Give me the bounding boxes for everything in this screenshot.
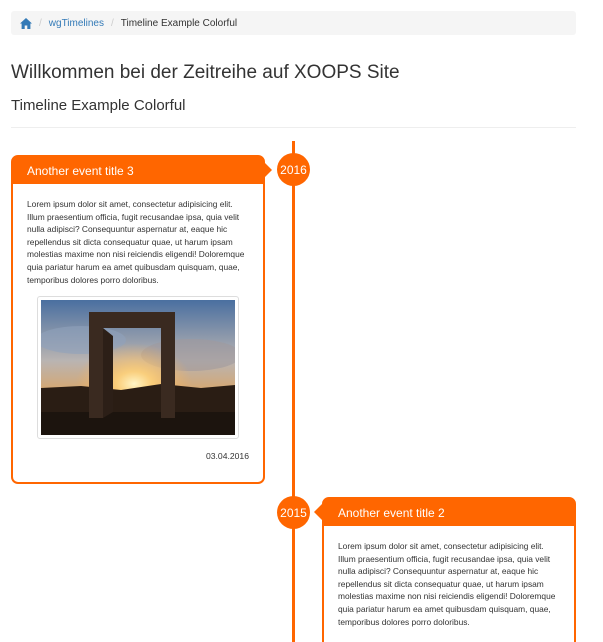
event-body: Lorem ipsum dolor sit amet, consectetur …: [324, 526, 574, 642]
divider: [11, 127, 576, 128]
year-badge: 2015: [277, 496, 310, 529]
event-title[interactable]: Another event title 3: [13, 157, 263, 184]
home-icon[interactable]: [20, 17, 32, 29]
breadcrumb: / wgTimelines / Timeline Example Colorfu…: [11, 11, 576, 35]
event-title[interactable]: Another event title 2: [324, 499, 574, 526]
year-badge: 2016: [277, 153, 310, 186]
event-date: 03.04.2016: [205, 451, 249, 462]
sunset-landscape-image: [41, 300, 235, 436]
timeline-event-card: Another event title 2 Lorem ipsum dolor …: [322, 497, 576, 642]
page-title: Willkommen bei der Zeitreihe auf XOOPS S…: [11, 62, 400, 83]
page-subtitle: Timeline Example Colorful: [11, 97, 186, 114]
timeline-event-card: Another event title 3 Lorem ipsum dolor …: [11, 155, 265, 484]
event-body: Lorem ipsum dolor sit amet, consectetur …: [13, 184, 263, 471]
event-text: Lorem ipsum dolor sit amet, consectetur …: [27, 199, 245, 285]
event-text: Lorem ipsum dolor sit amet, consectetur …: [338, 541, 556, 627]
event-image[interactable]: [37, 296, 239, 440]
breadcrumb-module-link[interactable]: wgTimelines: [49, 18, 104, 29]
breadcrumb-current: Timeline Example Colorful: [120, 17, 238, 29]
breadcrumb-separator: /: [110, 17, 114, 29]
timeline-line: [292, 141, 295, 642]
breadcrumb-separator: /: [39, 17, 42, 29]
event-pointer: [263, 161, 272, 179]
